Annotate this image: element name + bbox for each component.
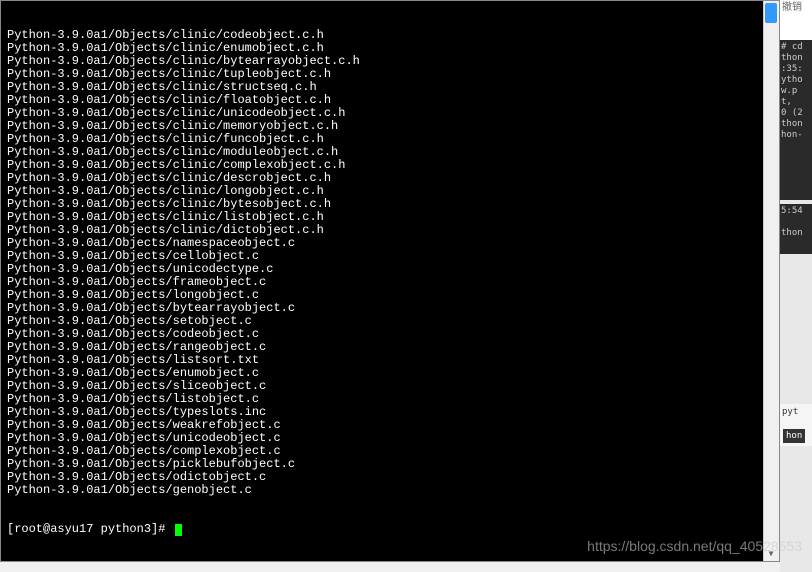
bg-dark-line: ytho [781, 75, 811, 86]
bg-tag1: pyt [782, 407, 798, 417]
bg-dark2: 5:54 thon [780, 204, 812, 254]
cursor-icon [175, 524, 182, 536]
bg-top-text: 撤销 [782, 2, 802, 13]
prompt-line[interactable]: [root@asyu17 python3]# [7, 523, 773, 536]
scrollbar-track[interactable]: ▼ [763, 1, 779, 561]
bg-dark-line: t, [781, 97, 811, 108]
scrollbar-thumb[interactable] [765, 3, 777, 23]
bg-mid-text: 5:54 [781, 206, 803, 216]
shell-prompt: [root@asyu17 python3]# [7, 523, 173, 536]
terminal-window: Python-3.9.0a1/Objects/clinic/codeobject… [0, 0, 780, 562]
bg-dark-line: hon- [781, 130, 811, 141]
bg-dark-line: :35: [781, 64, 811, 75]
terminal-content[interactable]: Python-3.9.0a1/Objects/clinic/codeobject… [1, 1, 779, 561]
bg-top: 撤销 [780, 0, 812, 40]
bg-bottom-text: thon [781, 228, 803, 238]
bg-dark-line: # cd [781, 42, 811, 53]
bg-tags: pyt hon [780, 404, 812, 446]
bg-tag2: hon [783, 429, 805, 443]
bg-dark-line: 0 (2 [781, 108, 811, 119]
background-panel: 撤销 # cdthon:35:ythow.pt,0 (2thonhon- 5:5… [780, 0, 812, 572]
bg-dark-line: thon [781, 119, 811, 130]
bg-dark: # cdthon:35:ythow.pt,0 (2thonhon- [780, 40, 812, 200]
bg-dark-line: thon [781, 53, 811, 64]
terminal-output-line: Python-3.9.0a1/Objects/genobject.c [7, 484, 773, 497]
bg-dark-line: w.p [781, 86, 811, 97]
scrollbar-down-icon[interactable]: ▼ [765, 547, 777, 559]
